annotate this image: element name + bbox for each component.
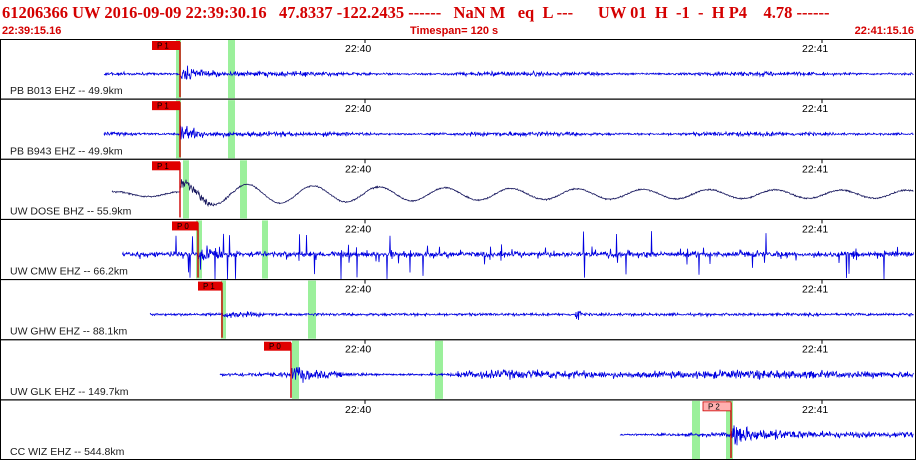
waveform-trace	[111, 179, 914, 208]
window-end-marker[interactable]	[262, 220, 268, 279]
minute-tick-label: 22:41	[802, 163, 828, 175]
channel-label: UW DOSE BHZ -- 55.9km	[10, 205, 132, 217]
minute-tick-label: 22:40	[345, 43, 371, 55]
start-time-label: 22:39:15.16	[2, 25, 62, 37]
minute-tick-label: 22:41	[802, 43, 828, 55]
minute-tick-label: 22:41	[802, 284, 828, 296]
minute-tick-label: 22:41	[802, 223, 828, 235]
channel-row[interactable]: 22:40 22:41 P 2 CC WIZ EHZ -- 544.8km	[0, 399, 916, 459]
window-start-marker[interactable]	[183, 160, 189, 219]
channel-row[interactable]: 22:40 22:41 P 0 UW GLK EHZ -- 149.7km	[0, 339, 916, 399]
minute-tick-label: 22:40	[345, 223, 371, 235]
channel-row[interactable]: 22:40 22:41 P 1 UW GHW EHZ -- 88.1km	[0, 278, 916, 339]
minute-tick-label: 22:41	[802, 404, 828, 416]
channel-row[interactable]: 22:40 22:41 P 0 UW CMW EHZ -- 66.2km	[0, 218, 916, 280]
minute-tick-label: 22:41	[802, 103, 828, 115]
pick-flag-label: P 1	[157, 42, 169, 51]
event-title: 61206366 UW 2016-09-09 22:39:30.16 47.83…	[2, 3, 830, 22]
channel-row[interactable]: 22:40 22:41 P 1 PB B943 EHZ -- 49.9km	[0, 98, 916, 159]
waveform-trace	[219, 367, 914, 383]
waveform-trace	[103, 125, 914, 140]
seismogram-panel[interactable]: 22:40 22:41P 1PB B013 EHZ -- 49.9km22:40 2…	[0, 39, 916, 460]
waveform-trace	[619, 425, 914, 446]
pick-flag-label: P 1	[203, 282, 215, 291]
channel-label: PB B013 EHZ -- 49.9km	[10, 85, 123, 97]
pick-flag-label: P 0	[177, 222, 189, 231]
pick-flag-label: P 0	[269, 342, 281, 351]
minute-tick-label: 22:40	[345, 163, 371, 175]
waveform-trace	[149, 310, 914, 321]
channel-row[interactable]: 22:40 22:41 P 1 UW DOSE BHZ -- 55.9km	[0, 158, 916, 219]
timespan-label: Timespan= 120 s	[410, 25, 499, 37]
header-bar: 61206366 UW 2016-09-09 22:39:30.16 47.83…	[0, 0, 916, 40]
pick-flag-label: P 2	[708, 402, 720, 411]
minute-tick-label: 22:40	[345, 103, 371, 115]
pick-flag-label: P 1	[157, 162, 169, 171]
minute-tick-label: 22:40	[345, 344, 371, 356]
minute-tick-label: 22:40	[345, 284, 371, 296]
channel-label: UW GHW EHZ -- 88.1km	[10, 326, 128, 338]
window-end-marker[interactable]	[308, 280, 316, 339]
panel-border	[0, 39, 916, 460]
channel-label: CC WIZ EHZ -- 544.8km	[10, 446, 125, 458]
waveform-trace	[121, 231, 914, 280]
minute-tick-label: 22:40	[345, 404, 371, 416]
pick-flag-label: P 1	[157, 102, 169, 111]
minute-tick-label: 22:41	[802, 344, 828, 356]
window-end-marker[interactable]	[435, 340, 443, 399]
end-time-label: 22:41:15.16	[854, 25, 914, 37]
window-end-marker[interactable]	[228, 100, 235, 159]
window-end-marker[interactable]	[240, 160, 247, 219]
window-start-marker[interactable]	[692, 400, 700, 459]
window-end-marker[interactable]	[228, 40, 235, 99]
channel-label: PB B943 EHZ -- 49.9km	[10, 145, 123, 157]
channel-row[interactable]: 22:40 22:41 P 1 PB B013 EHZ -- 49.9km	[10, 39, 914, 99]
channel-label: UW CMW EHZ -- 66.2km	[10, 266, 128, 278]
waveform-trace	[103, 65, 914, 80]
channel-label: UW GLK EHZ -- 149.7km	[10, 386, 129, 398]
